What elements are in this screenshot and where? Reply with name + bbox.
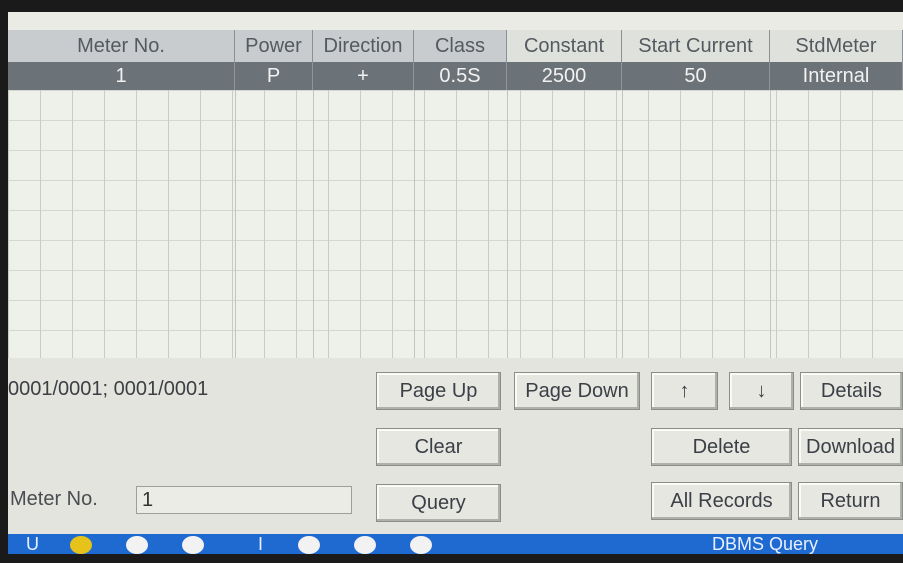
header-constant: Constant: [507, 30, 622, 62]
page-up-button[interactable]: Page Up: [376, 372, 501, 410]
indicator-light-icon: [182, 536, 204, 554]
header-std-meter: StdMeter: [770, 30, 903, 62]
screen: Meter No. Power Direction Class Constant…: [8, 12, 903, 554]
screen-title: DBMS Query: [712, 533, 819, 554]
column-divider: [507, 90, 508, 358]
table-header: Meter No. Power Direction Class Constant…: [8, 30, 903, 62]
indicator-light-icon: [410, 536, 432, 554]
page-indicator: 0001/0001; 0001/0001: [8, 378, 209, 400]
column-divider: [313, 90, 314, 358]
column-divider: [414, 90, 415, 358]
header-meter-no: Meter No.: [8, 30, 235, 62]
cell-class: 0.5S: [414, 62, 507, 90]
return-button[interactable]: Return: [798, 482, 903, 520]
header-class: Class: [414, 30, 507, 62]
move-down-button[interactable]: ↓: [729, 372, 794, 410]
details-button[interactable]: Details: [800, 372, 903, 410]
page-down-button[interactable]: Page Down: [514, 372, 640, 410]
all-records-button[interactable]: All Records: [651, 482, 792, 520]
header-direction: Direction: [313, 30, 414, 62]
clear-button[interactable]: Clear: [376, 428, 501, 466]
cell-meter-no: 1: [8, 62, 235, 90]
indicator-light-icon: [70, 536, 92, 554]
control-panel: 0001/0001; 0001/0001 Page Up Page Down ↑…: [8, 358, 903, 534]
indicator-light-icon: [354, 536, 376, 554]
cell-direction: +: [313, 62, 414, 90]
table-row[interactable]: 1 P + 0.5S 2500 50 Internal: [8, 62, 903, 90]
meter-no-label: Meter No.: [10, 488, 98, 510]
indicator-light-icon: [126, 536, 148, 554]
column-divider: [622, 90, 623, 358]
records-table: Meter No. Power Direction Class Constant…: [8, 30, 903, 90]
cell-start-current: 50: [622, 62, 770, 90]
status-label-u: U: [26, 533, 39, 554]
header-start-current: Start Current: [622, 30, 770, 62]
query-button[interactable]: Query: [376, 484, 501, 522]
delete-button[interactable]: Delete: [651, 428, 792, 466]
indicator-light-icon: [298, 536, 320, 554]
meter-no-input[interactable]: [136, 486, 352, 514]
cell-constant: 2500: [507, 62, 622, 90]
move-up-button[interactable]: ↑: [651, 372, 718, 410]
status-bar: U I DBMS Query: [8, 534, 903, 554]
download-button[interactable]: Download: [798, 428, 903, 466]
empty-table-area: [8, 90, 903, 358]
header-power: Power: [235, 30, 313, 62]
cell-std-meter: Internal: [770, 62, 903, 90]
column-divider: [770, 90, 771, 358]
cell-power: P: [235, 62, 313, 90]
status-label-i: I: [258, 533, 264, 554]
column-divider: [235, 90, 236, 358]
